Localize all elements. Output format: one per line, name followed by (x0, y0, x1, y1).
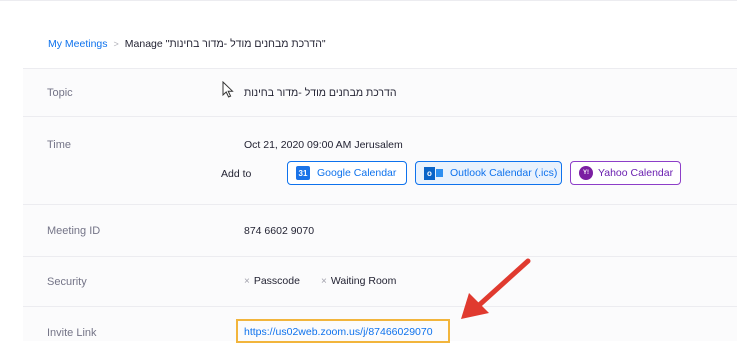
google-calendar-icon: 31 (296, 166, 310, 180)
security-label: Security (47, 276, 87, 288)
google-calendar-label: Google Calendar (317, 167, 397, 179)
invite-link-label: Invite Link (47, 327, 97, 339)
yahoo-icon: Y! (579, 166, 593, 180)
time-label: Time (47, 139, 72, 151)
invite-link-url[interactable]: https://us02web.zoom.us/j/87466029070 (244, 326, 433, 338)
time-value: Oct 21, 2020 09:00 AM Jerusalem (244, 139, 403, 151)
breadcrumb-my-meetings[interactable]: My Meetings (48, 38, 108, 50)
security-waiting-room: × Waiting Room (321, 275, 397, 287)
breadcrumb-separator-icon: > (113, 39, 119, 49)
topic-row: Topic הדרכת מבחנים מודל -מדור בחינות (23, 68, 737, 117)
yahoo-calendar-label: Yahoo Calendar (598, 167, 674, 179)
mouse-pointer-icon (222, 81, 234, 98)
outlook-calendar-label: Outlook Calendar (.ics) (450, 167, 558, 179)
topic-label: Topic (47, 87, 73, 99)
security-passcode: × Passcode (244, 275, 300, 287)
top-divider (0, 0, 737, 1)
cross-icon: × (244, 276, 250, 287)
topic-value: הדרכת מבחנים מודל -מדור בחינות (244, 87, 397, 99)
breadcrumb-current: Manage "הדרכת מבחנים מודל -מדור בחינות" (124, 38, 326, 50)
meeting-id-label: Meeting ID (47, 225, 101, 237)
add-to-label: Add to (221, 168, 252, 180)
annotation-arrow-icon (461, 258, 531, 319)
outlook-icon: o (424, 166, 443, 180)
meeting-id-row: Meeting ID 874 6602 9070 (23, 204, 737, 257)
yahoo-calendar-button[interactable]: Y! Yahoo Calendar (570, 161, 681, 185)
meeting-id-value: 874 6602 9070 (244, 225, 315, 237)
outlook-calendar-button[interactable]: o Outlook Calendar (.ics) (415, 161, 562, 185)
breadcrumb: My Meetings > Manage "הדרכת מבחנים מודל -מ… (48, 38, 326, 50)
cross-icon: × (321, 276, 327, 287)
google-calendar-button[interactable]: 31 Google Calendar (287, 161, 407, 185)
